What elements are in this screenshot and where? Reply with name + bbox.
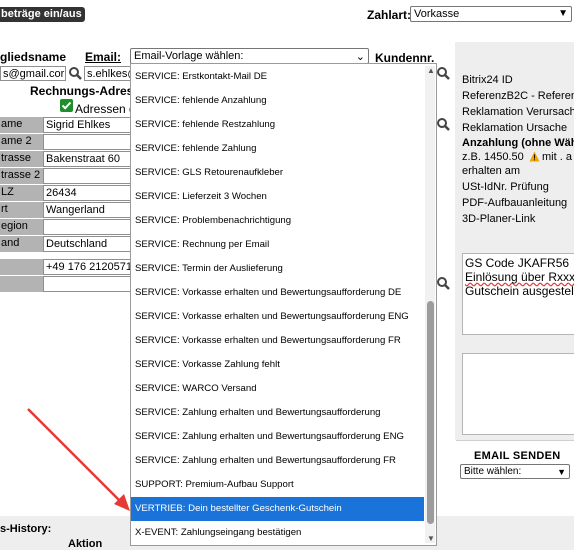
city-input[interactable]: Wangerland (43, 202, 131, 218)
dropdown-option[interactable]: SERVICE: WARCO Versand (131, 377, 424, 401)
phone-input[interactable]: +49 176 2120571 (43, 259, 131, 275)
payment-method-select[interactable]: Vorkasse ▼ (410, 6, 572, 22)
dropdown-option[interactable]: SERVICE: Vorkasse erhalten und Bewertung… (131, 305, 424, 329)
extra-search-icon[interactable] (436, 276, 451, 290)
dropdown-option[interactable]: SERVICE: Vorkasse erhalten und Bewertung… (131, 281, 424, 305)
received-on-label: erhalten am (462, 165, 521, 177)
dropdown-option[interactable]: SERVICE: fehlende Restzahlung (131, 113, 424, 137)
name-search-icon[interactable] (436, 117, 451, 131)
vat-check-label: USt-IdNr. Prüfung (462, 181, 549, 193)
dropdown-option[interactable]: SERVICE: Erstkontakt-Mail DE (131, 65, 424, 89)
scroll-down-arrow-icon[interactable]: ▼ (427, 534, 435, 543)
email-template-select[interactable]: Email-Vorlage wählen: ⌄ (130, 48, 369, 64)
dropdown-option[interactable]: SERVICE: Vorkasse erhalten und Bewertung… (131, 329, 424, 353)
history-label: s-History: (0, 523, 52, 535)
dropdown-option[interactable]: SERVICE: Zahlung erhalten und Bewertungs… (131, 449, 424, 473)
scroll-up-arrow-icon[interactable]: ▲ (427, 66, 435, 75)
chevron-down-icon: ▼ (557, 467, 566, 477)
3d-planner-link[interactable]: 3D-Planer-Link (462, 213, 535, 225)
copy-address-label: Adressen d (75, 102, 136, 116)
dropdown-option[interactable]: SERVICE: Lieferzeit 3 Wochen (131, 185, 424, 209)
search-icon[interactable] (68, 66, 83, 80)
customer-search-icon[interactable] (436, 66, 451, 80)
dropdown-option[interactable]: SERVICE: Zahlung erhalten und Bewertungs… (131, 401, 424, 425)
bitrix-id-label: Bitrix24 ID (462, 74, 513, 86)
region-input[interactable] (43, 219, 131, 235)
notes-textarea[interactable]: GS Code JKAFR56 Einlösung über Rxxx Guts… (462, 253, 574, 335)
email-template-select-value: Email-Vorlage wählen: (134, 50, 244, 62)
street-input[interactable]: Bakenstraat 60 (43, 151, 131, 167)
country-input[interactable]: Deutschland (43, 236, 131, 252)
dropdown-option[interactable]: SERVICE: fehlende Zahlung (131, 137, 424, 161)
name2-input[interactable] (43, 134, 131, 150)
warning-icon (529, 151, 540, 165)
pdf-instructions-label: PDF-Aufbauanleitung (462, 197, 568, 209)
dropdown-option[interactable]: SERVICE: Rechnung per Email (131, 233, 424, 257)
complaint-causer-label: Reklamation Verursacher (462, 106, 574, 118)
second-textarea[interactable] (462, 353, 574, 435)
street2-input[interactable] (43, 168, 131, 184)
email-template-dropdown[interactable]: SERVICE: Erstkontakt-Mail DE SERVICE: fe… (130, 63, 437, 546)
copy-address-checkbox[interactable] (60, 99, 73, 112)
dropdown-option[interactable]: SERVICE: Zahlung erhalten und Bewertungs… (131, 425, 424, 449)
notes-line-1: GS Code JKAFR56 (465, 256, 570, 270)
dropdown-option[interactable]: SERVICE: Vorkasse Zahlung fehlt (131, 353, 424, 377)
complaint-cause-label: Reklamation Ursache (462, 122, 568, 134)
dropdown-option-selected[interactable]: VERTRIEB: Dein bestellter Geschenk-Gutsc… (131, 497, 424, 521)
dropdown-option[interactable]: SERVICE: fehlende Anzahlung (131, 89, 424, 113)
zip-input[interactable]: 26434 (43, 185, 131, 201)
email-label: Email: (85, 50, 122, 64)
action-column-header: Aktion (68, 538, 103, 550)
dropdown-option[interactable]: SUPPORT: Premium-Aufbau Support (131, 473, 424, 497)
reference-label: ReferenzB2C - Referenz (462, 90, 574, 102)
notes-line-2: Einlösung über Rxxx (465, 270, 574, 284)
scrollbar-thumb[interactable] (427, 301, 434, 524)
email-send-select[interactable]: Bitte wählen: ▼ (460, 464, 570, 479)
dropdown-scrollbar[interactable]: ▲ ▼ (425, 66, 435, 543)
notes-line-3: Gutschein ausgestel (465, 284, 574, 298)
divider (456, 440, 574, 441)
dropdown-option[interactable]: SERVICE: GLS Retourenaufkleber (131, 161, 424, 185)
dropdown-option[interactable]: SERVICE: Problembenachrichtigung (131, 209, 424, 233)
email-send-label: EMAIL SENDEN (474, 450, 561, 462)
name-input[interactable]: Sigrid Ehlkes (43, 117, 131, 133)
email-field-2[interactable]: s.ehlkes@ (84, 66, 134, 81)
chevron-down-icon: ⌄ (355, 51, 365, 63)
member-name-label: gliedsname (0, 50, 67, 64)
payment-method-label: Zahlart: (367, 8, 412, 22)
dropdown-option[interactable]: X-EVENT: Zahlungseingang bestätigen (131, 521, 424, 545)
annotation-arrow-icon (27, 408, 130, 511)
toggle-amounts-button[interactable]: beträge ein/aus (0, 7, 85, 22)
payment-method-value: Vorkasse (414, 8, 460, 20)
email-field-1[interactable]: s@gmail.cor (0, 66, 66, 81)
deposit-label: Anzahlung (ohne Wäh (462, 137, 574, 149)
extra-input[interactable] (43, 276, 131, 292)
billing-address-heading: Rechnungs-Adress (30, 84, 141, 98)
email-send-select-value: Bitte wählen: (464, 466, 522, 477)
chevron-down-icon: ▼ (558, 8, 568, 19)
dropdown-option[interactable]: SERVICE: Termin der Auslieferung (131, 257, 424, 281)
deposit-example-text: z.B. 1450.50 (462, 151, 524, 163)
deposit-example-suffix: mit . a (542, 151, 572, 163)
